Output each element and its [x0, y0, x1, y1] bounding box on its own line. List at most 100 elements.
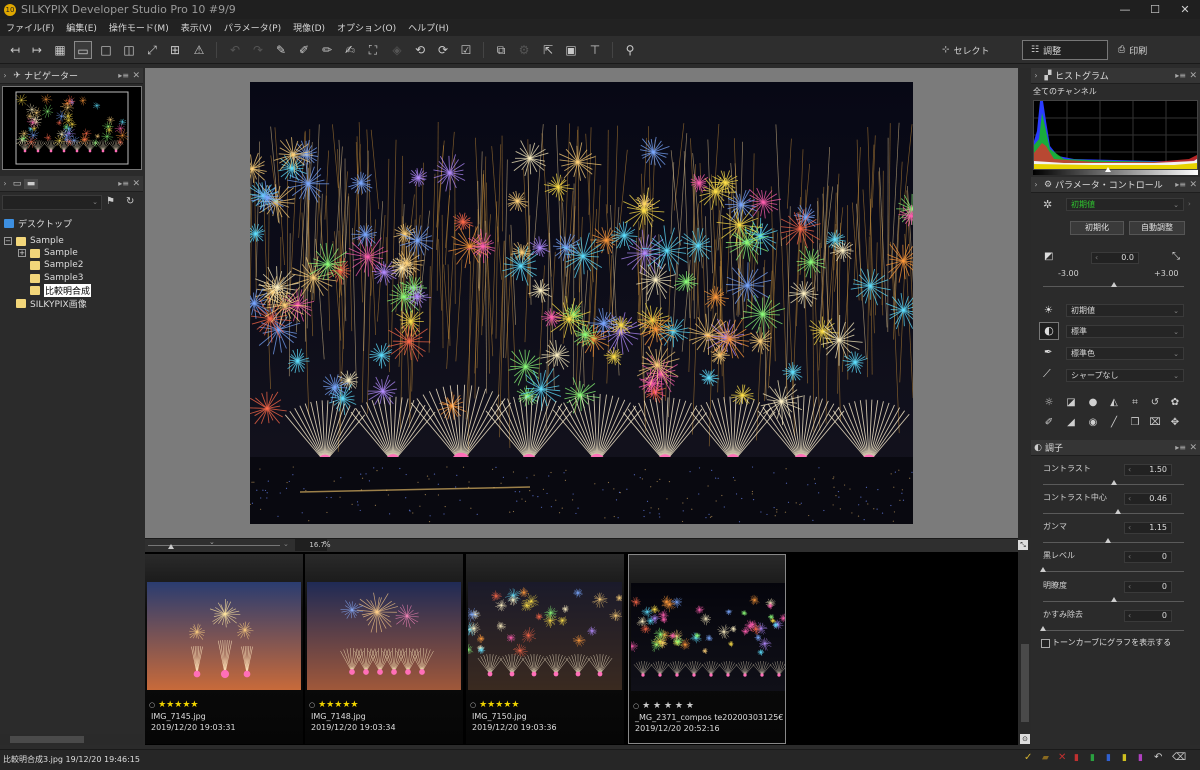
panel-menu-icon[interactable]: ▸≡: [118, 71, 129, 80]
tone-slider-track[interactable]: [1043, 513, 1184, 514]
saturation-tool-icon[interactable]: ●: [1086, 396, 1100, 410]
menu-help[interactable]: ヘルプ(H): [408, 21, 449, 34]
eye-tool-icon[interactable]: ◉: [1086, 416, 1100, 430]
trash-icon[interactable]: ⌫: [1172, 752, 1186, 763]
paste-select-icon[interactable]: ✏: [318, 41, 336, 59]
panel-menu-icon[interactable]: ▸≡: [1175, 180, 1186, 189]
layers-icon[interactable]: ◈: [388, 41, 406, 59]
init-button[interactable]: 初期化: [1070, 221, 1124, 235]
collapse-icon[interactable]: ›: [1031, 180, 1041, 189]
mode-select-button[interactable]: ⊹ セレクト: [934, 40, 998, 60]
tree-item-selected[interactable]: 比較明合成: [30, 283, 92, 297]
panel-close-icon[interactable]: ✕: [1189, 180, 1197, 190]
tone-slider-knob[interactable]: [1110, 480, 1117, 485]
preset-gear-icon[interactable]: ✲: [1043, 198, 1052, 211]
tone-slider-value[interactable]: ‹ 0.46: [1124, 493, 1172, 505]
gradient-tool-icon[interactable]: ◢: [1064, 416, 1078, 430]
zoom-slider-knob[interactable]: [168, 544, 174, 549]
thumbnail-card[interactable]: ○ ★★★★★ IMG_7145.jpg 2019/12/20 19:03:31: [145, 554, 303, 744]
tone-slider-knob[interactable]: [1110, 597, 1117, 602]
tone-slider-knob[interactable]: [1040, 567, 1046, 572]
navigator-preview[interactable]: [2, 86, 142, 170]
folder-mark-icon[interactable]: ▰: [1042, 753, 1049, 763]
tone-slider-value[interactable]: ‹ 0: [1124, 610, 1172, 622]
brightness-tool-icon[interactable]: ☼: [1042, 396, 1056, 410]
brush-tool-icon[interactable]: ╱: [1107, 416, 1121, 430]
panel-menu-icon[interactable]: ▸≡: [1175, 71, 1186, 80]
sharpness-dropdown[interactable]: シャープなし ⌄: [1066, 369, 1184, 382]
auto-adjust-button[interactable]: 自動調整: [1129, 221, 1185, 235]
compare-view-icon[interactable]: ◫: [120, 41, 138, 59]
partial-correction-icon[interactable]: ⛶: [364, 41, 382, 59]
mode-print-button[interactable]: ⎙ 印刷: [1110, 40, 1155, 60]
fit-screen-icon[interactable]: ⤢: [143, 41, 161, 59]
zoom-search-icon[interactable]: ⚲: [621, 41, 639, 59]
collapse-tree-icon[interactable]: −: [4, 237, 12, 245]
thumbnail-view-icon[interactable]: ▦: [51, 41, 69, 59]
tone-slider-value[interactable]: ‹ 1.15: [1124, 522, 1172, 534]
tree-item-sample[interactable]: + Sample: [18, 247, 78, 259]
sharp-tool-icon[interactable]: ◭: [1107, 396, 1121, 410]
tag-green-icon[interactable]: ▮: [1090, 753, 1095, 763]
tone-slider-value[interactable]: ‹ 0: [1124, 581, 1172, 593]
panel-menu-icon[interactable]: ▸≡: [1175, 443, 1186, 452]
check-icon[interactable]: ☑: [457, 41, 475, 59]
tree-item-sample2[interactable]: Sample2: [30, 259, 83, 271]
tree-item-desktop[interactable]: デスクトップ: [4, 217, 72, 230]
zoom-preset-dropdown-icon[interactable]: ⌄: [283, 540, 293, 550]
hdr-tool-icon[interactable]: ✥: [1168, 416, 1182, 430]
rating-stars[interactable]: ○ ★★★★★: [149, 700, 198, 710]
tag-purple-icon[interactable]: ▮: [1138, 753, 1143, 763]
right-panel-scrollbar[interactable]: [1190, 456, 1200, 745]
crop-tool-icon[interactable]: ⌧: [1148, 416, 1162, 430]
folder-open-icon[interactable]: ⚑: [106, 196, 115, 207]
menu-file[interactable]: ファイル(F): [6, 21, 54, 34]
tone-slider-track[interactable]: [1043, 542, 1184, 543]
menu-edit[interactable]: 編集(E): [66, 21, 97, 34]
chevron-down-icon[interactable]: ⌄: [209, 538, 215, 546]
menu-option[interactable]: オプション(O): [337, 21, 396, 34]
contrast-tool-icon[interactable]: ◪: [1064, 396, 1078, 410]
main-preview-image[interactable]: [250, 82, 913, 524]
filmstrip-scrollbar[interactable]: ⊙: [1019, 552, 1031, 745]
menu-mode[interactable]: 操作モード(M): [109, 21, 169, 34]
dropper-tool-icon[interactable]: ✐: [1042, 416, 1056, 430]
menu-develop[interactable]: 現像(D): [293, 21, 325, 34]
thumbnail-card[interactable]: ○ ★★★★★ IMG_7148.jpg 2019/12/20 19:03:34: [305, 554, 463, 744]
preview-only-icon[interactable]: □: [97, 41, 115, 59]
thumbnail-card-selected[interactable]: ○ ★ ★ ★ ★ ★ _MG_2371_compos te20200303125…: [628, 554, 786, 744]
tone-slider-knob[interactable]: [1114, 509, 1121, 514]
tone-slider-track[interactable]: [1043, 571, 1184, 572]
color-dropdown[interactable]: 標準色 ⌄: [1066, 347, 1184, 360]
tone-curve-checkbox[interactable]: [1041, 639, 1050, 648]
layers-tool-icon[interactable]: ❒: [1128, 416, 1142, 430]
copy-param-icon[interactable]: ✎: [272, 41, 290, 59]
undo-icon[interactable]: ↶: [226, 41, 244, 59]
auto-exposure-icon[interactable]: ⤡: [1172, 251, 1180, 262]
effects-tool-icon[interactable]: ✿: [1168, 396, 1182, 410]
collapse-icon[interactable]: ›: [0, 179, 10, 188]
crop-frame-icon[interactable]: ⌗: [1128, 396, 1142, 410]
preview-filmstrip-icon[interactable]: ▭: [74, 41, 92, 59]
tone-slider-knob[interactable]: [1040, 626, 1046, 631]
comment-tab-icon[interactable]: ▭: [10, 179, 24, 189]
minimize-button[interactable]: —: [1110, 0, 1140, 19]
histogram-channel-select[interactable]: 全てのチャンネル: [1033, 86, 1198, 98]
tree-item-sample-root[interactable]: − Sample: [4, 235, 64, 247]
rotate-right-icon[interactable]: ⟳: [434, 41, 452, 59]
rating-stars[interactable]: ○ ★★★★★: [309, 700, 358, 710]
path-dropdown[interactable]: ⌄: [2, 195, 102, 210]
menu-parameter[interactable]: パラメータ(P): [224, 21, 281, 34]
collapse-icon[interactable]: ›: [0, 71, 10, 80]
rating-stars[interactable]: ○ ★ ★ ★ ★ ★: [633, 701, 694, 711]
tone-slider-value[interactable]: ‹ 0: [1124, 551, 1172, 563]
exposure-value-field[interactable]: ‹ 0.0: [1091, 252, 1139, 264]
panel-close-icon[interactable]: ✕: [1189, 71, 1197, 81]
panel-close-icon[interactable]: ✕: [132, 179, 140, 189]
panel-close-icon[interactable]: ✕: [132, 71, 140, 81]
white-balance-dropdown[interactable]: 初期値 ⌄: [1066, 304, 1184, 317]
paste-param-icon[interactable]: ✐: [295, 41, 313, 59]
tree-horizontal-scrollbar[interactable]: [0, 734, 143, 745]
thumbnail-card[interactable]: ○ ★★★★★ IMG_7150.jpg 2019/12/20 19:03:36: [466, 554, 624, 744]
redo-icon[interactable]: ↷: [249, 41, 267, 59]
